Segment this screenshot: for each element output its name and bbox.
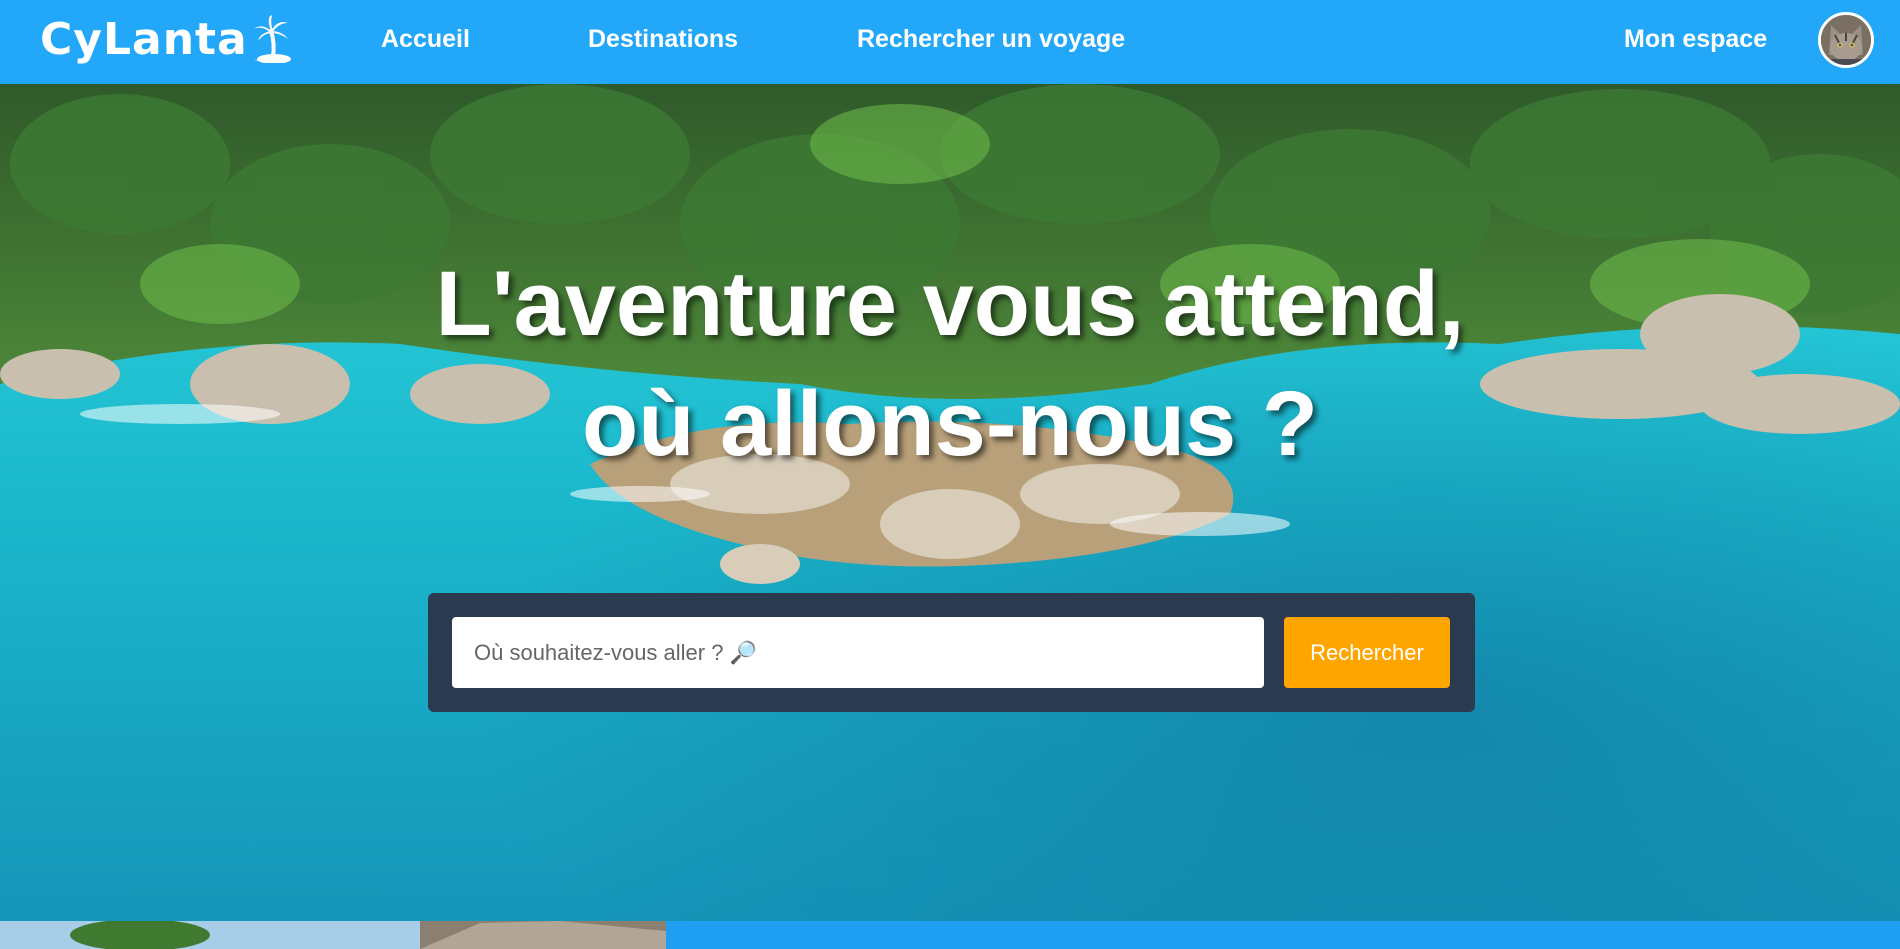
next-section-preview bbox=[0, 921, 1900, 949]
hero-title: L'aventure vous attend, où allons-nous ? bbox=[0, 244, 1900, 484]
logo-text: CyLanta bbox=[40, 13, 248, 65]
destination-photo-preview bbox=[0, 921, 666, 949]
site-logo[interactable]: CyLanta bbox=[40, 13, 292, 65]
user-avatar[interactable] bbox=[1818, 12, 1874, 68]
hero-section: L'aventure vous attend, où allons-nous ?… bbox=[0, 84, 1900, 921]
hero-title-line1: L'aventure vous attend, bbox=[435, 253, 1465, 355]
nav-mon-espace[interactable]: Mon espace bbox=[1624, 25, 1767, 54]
cat-avatar-icon bbox=[1821, 15, 1871, 65]
nav-rechercher-voyage[interactable]: Rechercher un voyage bbox=[857, 25, 1125, 54]
palm-tree-island-icon bbox=[253, 15, 291, 63]
tropical-beach-background bbox=[0, 84, 1900, 921]
search-button[interactable]: Rechercher bbox=[1284, 617, 1450, 688]
nav-destinations[interactable]: Destinations bbox=[588, 25, 738, 54]
nav-accueil[interactable]: Accueil bbox=[381, 25, 470, 54]
hero-title-line2: où allons-nous ? bbox=[582, 373, 1318, 475]
site-header: CyLanta Accueil Destinations Rechercher … bbox=[0, 0, 1900, 84]
destination-search-input[interactable] bbox=[452, 617, 1264, 688]
search-panel: Rechercher bbox=[428, 593, 1475, 712]
